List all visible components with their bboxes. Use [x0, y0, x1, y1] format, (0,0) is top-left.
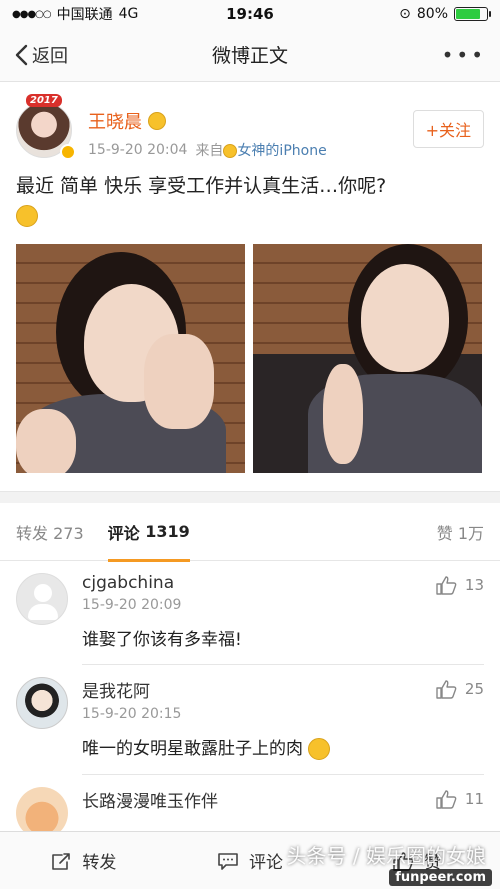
- source-emoji-icon: [223, 144, 238, 158]
- tab-comments[interactable]: 评论 1319: [107, 503, 190, 562]
- bottom-action-bar: 转发 评论 赞 头条号 / 娱乐圈的女娘 funpeer.com: [0, 831, 500, 889]
- status-bar: ●●●○○ 中国联通 4G 19:46 ⊙ 80%: [0, 0, 500, 28]
- back-button[interactable]: 返回: [14, 42, 134, 68]
- author-name[interactable]: 王晓晨: [88, 108, 142, 134]
- comment-like-button[interactable]: 25: [435, 679, 484, 699]
- author-info: 王晓晨 15-9-20 20:04 来自 女神的iPhone: [88, 94, 413, 160]
- commenter-avatar[interactable]: [16, 573, 68, 625]
- comment-text: 唯一的女明星敢露肚子上的肉: [82, 734, 484, 760]
- comment-text: 谁娶了你该有多幸福!: [82, 630, 242, 650]
- tab-likes-count: 1万: [457, 523, 484, 543]
- battery-percent: 80%: [416, 6, 449, 22]
- rotation-lock-icon: ⊙: [399, 6, 411, 22]
- tab-reposts[interactable]: 转发 273: [16, 520, 84, 544]
- thumbs-up-icon: [436, 790, 457, 809]
- member-emoji-icon: [148, 112, 166, 130]
- watermark-site: funpeer.com: [389, 869, 492, 886]
- verified-icon: [60, 144, 76, 160]
- post-time: 15-9-20 20:04: [88, 142, 188, 158]
- page-title: 微博正文: [211, 45, 288, 67]
- author-avatar[interactable]: 2017: [16, 94, 80, 160]
- chevron-left-icon: [15, 44, 28, 65]
- comment-time: 15-9-20 20:15: [82, 706, 182, 722]
- comment-item: 长路漫漫唯玉作伴 11: [0, 775, 500, 839]
- section-divider: [0, 491, 500, 503]
- tab-likes-label: 赞: [436, 523, 453, 543]
- commenter-avatar[interactable]: [16, 677, 68, 729]
- commenter-name[interactable]: cjgabchina: [82, 573, 484, 593]
- post-text: 最近 简单 快乐 享受工作并认真生活…你呢?: [16, 172, 484, 230]
- post-body: 最近 简单 快乐 享受工作并认真生活…你呢?: [16, 175, 387, 197]
- more-options-button[interactable]: •••: [366, 43, 486, 67]
- smile-emoji-icon: [16, 204, 38, 227]
- tab-reposts-count: 273: [53, 523, 84, 543]
- source-link[interactable]: 女神的iPhone: [237, 143, 326, 159]
- carrier-label: 中国联通: [56, 7, 113, 23]
- tab-comments-count: 1319: [145, 522, 190, 541]
- comment-item: 是我花阿 15-9-20 20:15 唯一的女明星敢露肚子上的肉 25: [0, 665, 500, 775]
- network-label: 4G: [118, 6, 139, 22]
- comment-like-count: 25: [464, 680, 484, 698]
- repost-label: 转发: [82, 853, 117, 873]
- commenter-name[interactable]: 长路漫漫唯玉作伴: [82, 787, 484, 812]
- comment-like-count: 13: [464, 576, 484, 594]
- comment-item: cjgabchina 15-9-20 20:09 谁娶了你该有多幸福! 13: [0, 561, 500, 665]
- thumbs-up-icon: [436, 680, 457, 699]
- comment-time: 15-9-20 20:09: [82, 597, 182, 613]
- laugh-cry-emoji-icon: [308, 738, 331, 760]
- follow-button[interactable]: +关注: [412, 110, 484, 148]
- battery-icon: [454, 7, 492, 21]
- commenter-name[interactable]: 是我花阿: [82, 677, 484, 702]
- tab-comments-label: 评论: [107, 523, 140, 543]
- comment-like-button[interactable]: 11: [435, 789, 484, 809]
- post-header: 2017 王晓晨 15-9-20 20:04 来自 女神的iPhone +关注: [16, 94, 484, 160]
- avatar-badge: 2017: [26, 94, 62, 107]
- tab-reposts-label: 转发: [16, 523, 49, 543]
- navigation-bar: 返回 微博正文 •••: [0, 28, 500, 82]
- comment-list: cjgabchina 15-9-20 20:09 谁娶了你该有多幸福! 13 是…: [0, 561, 500, 839]
- tab-likes[interactable]: 赞 1万: [437, 520, 484, 544]
- comment-text-body: 唯一的女明星敢露肚子上的肉: [82, 739, 303, 759]
- comment-like-button[interactable]: 13: [435, 575, 484, 595]
- post-photo-2[interactable]: [253, 244, 482, 473]
- comment-label: 评论: [249, 853, 283, 873]
- interaction-tabs: 转发 273 评论 1319 赞 1万: [0, 503, 500, 562]
- thumbs-up-icon: [436, 576, 457, 595]
- photo-grid: [16, 244, 484, 473]
- clock: 19:46: [226, 5, 274, 23]
- back-label: 返回: [32, 45, 68, 67]
- repost-icon: [52, 852, 71, 870]
- signal-icon: ●●●○○: [12, 8, 52, 20]
- post-photo-1[interactable]: [16, 244, 245, 473]
- comment-like-count: 11: [464, 790, 484, 808]
- watermark-text: 头条号 / 娱乐圈的女娘: [286, 844, 486, 868]
- repost-button[interactable]: 转发: [0, 848, 167, 873]
- source-prefix: 来自: [195, 143, 224, 159]
- weibo-post: 2017 王晓晨 15-9-20 20:04 来自 女神的iPhone +关注 最…: [0, 82, 500, 487]
- comment-icon: [218, 852, 238, 870]
